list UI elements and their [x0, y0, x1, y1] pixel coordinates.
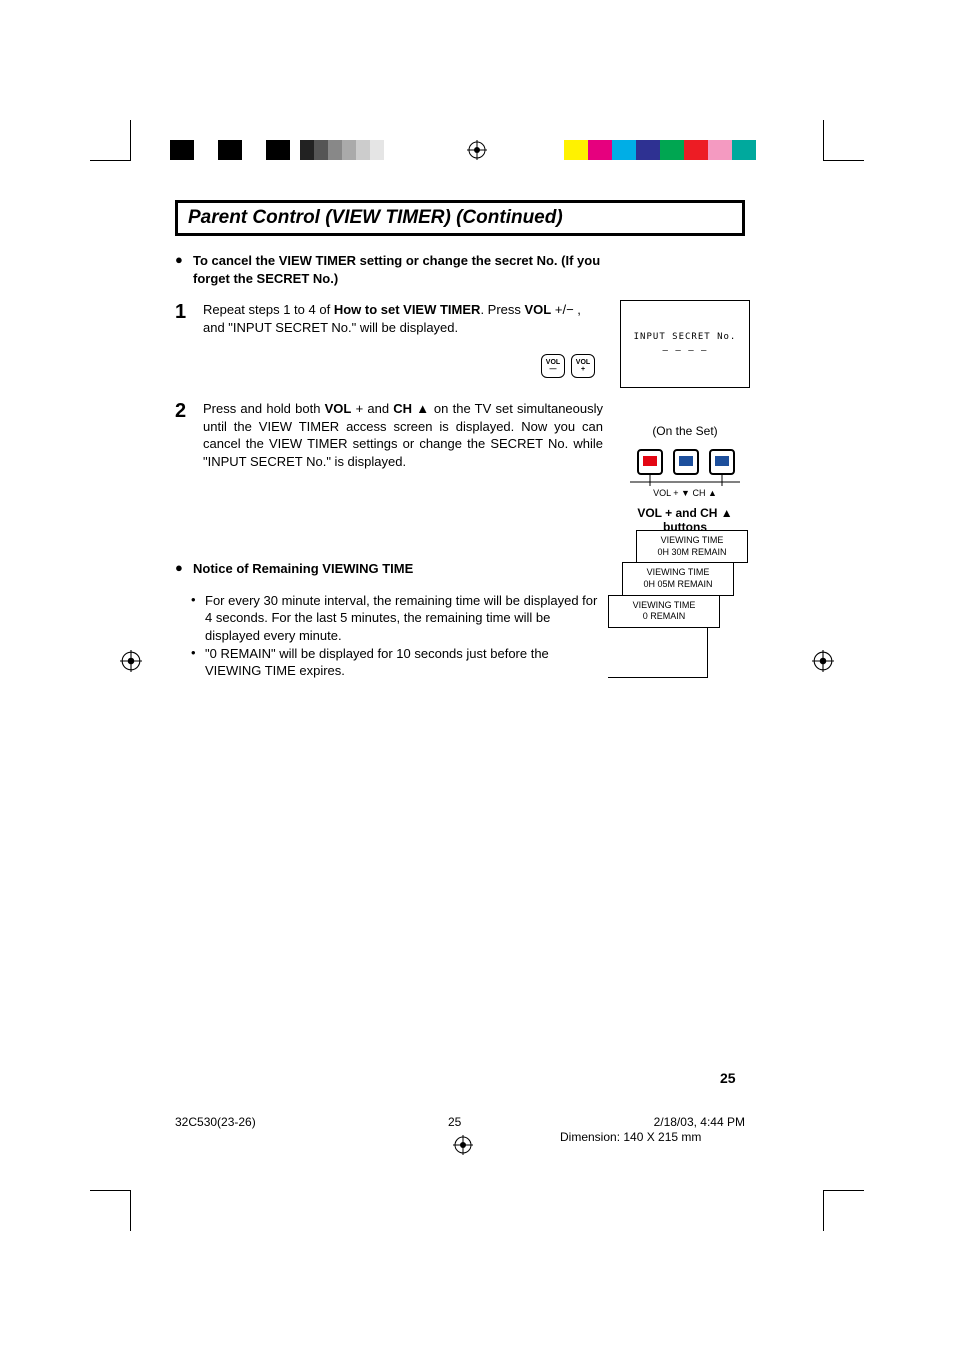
remain-box-2: VIEWING TIME 0H 05M REMAIN	[622, 562, 734, 595]
crop-mark-icon	[823, 1190, 864, 1231]
sub-bullet-icon: •	[191, 592, 199, 645]
intro-bullet: ● To cancel the VIEW TIMER setting or ch…	[175, 252, 745, 287]
bullet-icon: ●	[175, 560, 185, 578]
caption-line-a: VOL + and CH ▲	[620, 506, 750, 520]
section-heading: Parent Control (VIEW TIMER) (Continued)	[188, 207, 732, 229]
screen-line-2: – – – –	[663, 346, 708, 356]
remain-l2: 0 REMAIN	[615, 611, 713, 623]
notice-item-2: "0 REMAIN" will be displayed for 10 seco…	[205, 645, 605, 680]
intro-text: To cancel the VIEW TIMER setting or chan…	[193, 252, 603, 287]
vol-plus-sign: +	[581, 366, 585, 373]
step2-text-c: + and	[351, 401, 393, 416]
remain-box-empty	[608, 627, 708, 678]
tv-panel-buttons-icon	[620, 446, 750, 486]
tv-panel-button-labels: VOL + ▼ CH ▲	[620, 488, 750, 498]
crop-mark-icon	[90, 120, 131, 161]
footer-page: 25	[448, 1115, 461, 1129]
step1-text-d: VOL	[525, 302, 552, 317]
on-set-label: (On the Set)	[620, 424, 750, 438]
step1-text-c: . Press	[480, 302, 524, 317]
remain-l1: VIEWING TIME	[643, 535, 741, 547]
step2-text-d: CH	[393, 401, 412, 416]
notice-item-1: For every 30 minute interval, the remain…	[205, 592, 605, 645]
remain-box-3: VIEWING TIME 0 REMAIN	[608, 595, 720, 628]
step1-text-b: How to set VIEW TIMER	[334, 302, 481, 317]
registration-mark-icon	[467, 140, 487, 160]
vol-minus-button-icon: VOL —	[541, 354, 565, 378]
notice-title: Notice of Remaining VIEWING TIME	[193, 560, 413, 578]
footer-file: 32C530(23-26)	[175, 1115, 256, 1129]
screen-line-1: INPUT SECRET No.	[634, 332, 737, 342]
remain-l2: 0H 05M REMAIN	[629, 579, 727, 591]
color-registration-bar	[170, 140, 784, 160]
step-number: 1	[175, 301, 195, 336]
page-number: 25	[720, 1070, 736, 1086]
remain-l1: VIEWING TIME	[629, 567, 727, 579]
sub-bullet-icon: •	[191, 645, 199, 680]
remain-l2: 0H 30M REMAIN	[643, 547, 741, 559]
registration-mark-icon	[812, 650, 834, 672]
footer-dimension: Dimension: 140 X 215 mm	[560, 1130, 701, 1144]
crop-mark-icon	[823, 120, 864, 161]
remaining-time-diagram: VIEWING TIME 0H 30M REMAIN VIEWING TIME …	[608, 530, 758, 678]
vol-label: VOL	[576, 359, 590, 366]
print-proof-page: Parent Control (VIEW TIMER) (Continued) …	[0, 0, 954, 1351]
vol-plus-button-icon: VOL +	[571, 354, 595, 378]
tv-screen-diagram: INPUT SECRET No. – – – –	[620, 300, 750, 388]
footer-date: 2/18/03, 4:44 PM	[654, 1115, 745, 1129]
right-column: INPUT SECRET No. – – – – (On the Set)	[620, 300, 750, 534]
step2-text-a: Press and hold both	[203, 401, 325, 416]
vol-label: VOL	[546, 359, 560, 366]
section-heading-box: Parent Control (VIEW TIMER) (Continued)	[175, 200, 745, 236]
vol-minus-sign: —	[550, 366, 557, 373]
print-footer: 32C530(23-26) 25 2/18/03, 4:44 PM	[175, 1115, 745, 1129]
remain-l1: VIEWING TIME	[615, 600, 713, 612]
crop-mark-icon	[90, 1190, 131, 1231]
step2-text-b: VOL	[325, 401, 352, 416]
step-number: 2	[175, 400, 195, 470]
registration-mark-icon	[120, 650, 142, 672]
bullet-icon: ●	[175, 252, 185, 287]
remain-box-1: VIEWING TIME 0H 30M REMAIN	[636, 530, 748, 563]
step1-text-a: Repeat steps 1 to 4 of	[203, 302, 334, 317]
registration-mark-icon	[453, 1135, 473, 1158]
